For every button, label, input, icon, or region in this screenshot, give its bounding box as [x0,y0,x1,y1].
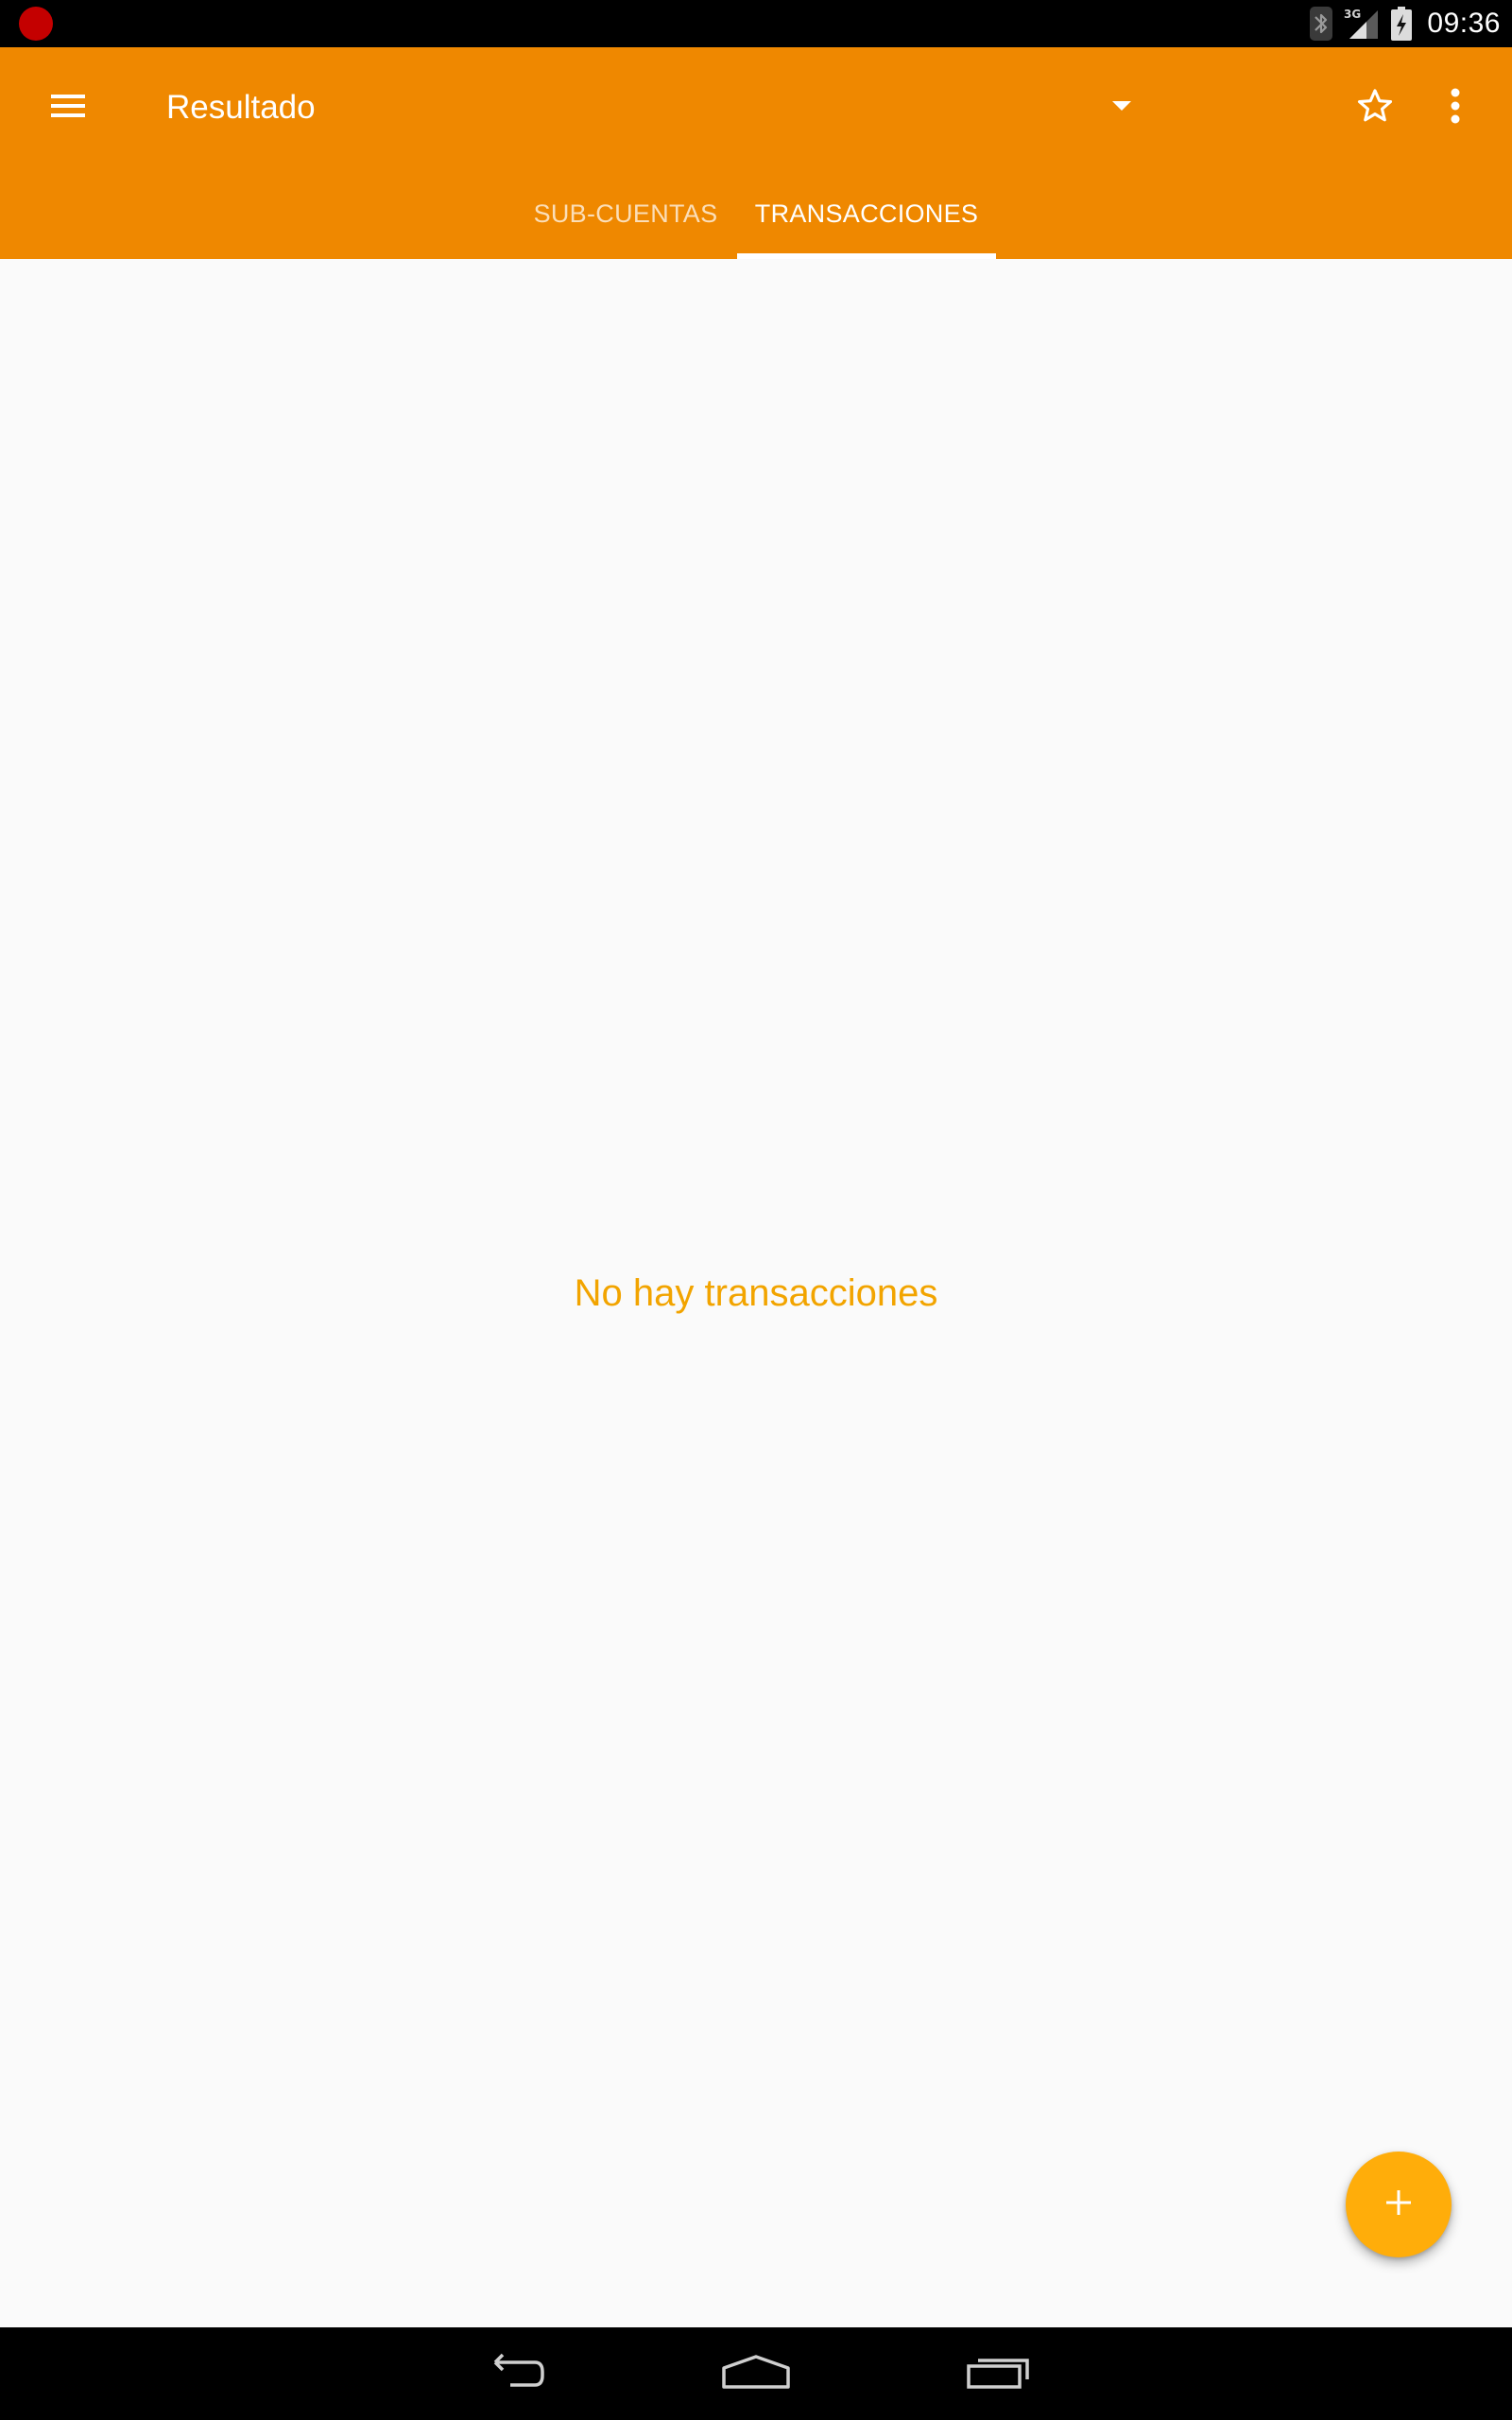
recording-icon [19,7,53,41]
signal-icon: 3G [1344,7,1380,41]
add-transaction-button[interactable] [1346,2152,1452,2257]
bluetooth-icon [1310,7,1333,41]
home-icon [720,2353,792,2395]
app-bar: Resultado SUB-CUENTAS TRANSACCIONES [0,47,1512,259]
account-spinner[interactable]: Resultado [166,70,1149,146]
tab-bar: SUB-CUENTAS TRANSACCIONES [0,168,1512,259]
status-bar: 3G 09:36 [0,0,1512,47]
tab-transacciones[interactable]: TRANSACCIONES [737,168,996,259]
star-outline-icon [1354,85,1396,131]
favorite-button[interactable] [1337,70,1413,146]
app-screen: 3G 09:36 Resultado SUB-CUENTAS TRANSACCI… [0,0,1512,2420]
network-type-label: 3G [1344,8,1361,21]
status-icons: 3G 09:36 [1310,0,1512,47]
recents-icon [965,2353,1033,2395]
recents-button[interactable] [933,2327,1065,2420]
dropdown-arrow-icon [1112,101,1131,111]
navigation-bar [0,2327,1512,2420]
battery-charging-icon [1391,7,1413,41]
status-clock: 09:36 [1427,8,1501,39]
page-title: Resultado [166,89,316,126]
toolbar: Resultado [0,47,1512,168]
overflow-menu-button[interactable] [1418,70,1493,146]
tab-sub-cuentas[interactable]: SUB-CUENTAS [514,168,737,259]
home-button[interactable] [690,2327,822,2420]
navigation-drawer-button[interactable] [30,70,106,146]
plus-icon [1384,2188,1413,2221]
empty-state-message: No hay transacciones [574,1272,938,1314]
back-button[interactable] [447,2327,579,2420]
more-vert-icon [1450,87,1461,130]
back-icon [480,2351,546,2397]
transactions-list: No hay transacciones [0,259,1512,2327]
hamburger-menu-icon [49,92,87,125]
